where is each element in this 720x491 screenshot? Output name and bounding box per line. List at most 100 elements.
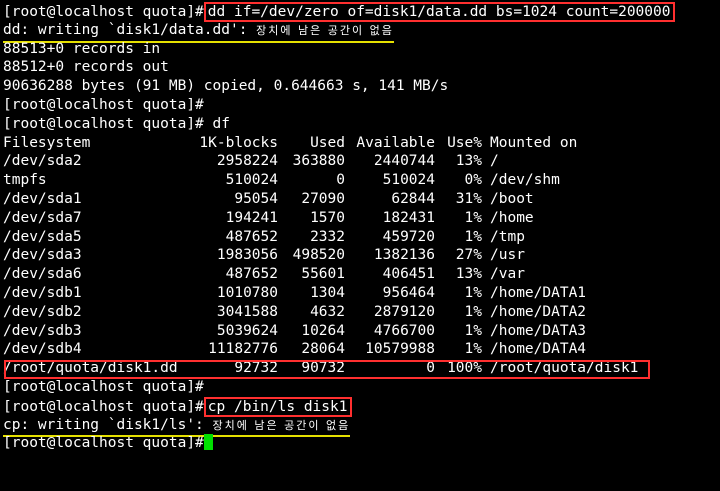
df-output: Filesystem 1K-blocks Used Available Use%…	[3, 134, 720, 379]
df-cell-use-percent: 1%	[464, 341, 482, 358]
df-header-filesystem: Filesystem	[3, 134, 91, 151]
df-cell-use-percent: 1%	[464, 209, 482, 226]
df-cell-mounted-on: /home/DATA1	[490, 284, 587, 301]
df-cell-available: 2440744	[373, 153, 435, 170]
df-cell-used: 4632	[310, 303, 345, 320]
df-header-row: Filesystem 1K-blocks Used Available Use%…	[3, 134, 638, 153]
df-cell-mounted-on: /home/DATA3	[490, 322, 587, 339]
df-header-mounted-on: Mounted on	[490, 134, 578, 151]
df-cell-mounted-on: /tmp	[490, 228, 525, 245]
df-header-blocks: 1K-blocks	[199, 134, 278, 151]
prompt-line-final[interactable]: [root@localhost quota]#	[3, 434, 720, 453]
df-header-use-percent: Use%	[447, 134, 482, 151]
prompt-line-df: [root@localhost quota]# df	[3, 115, 720, 134]
df-cell-used: 90732	[301, 360, 345, 377]
df-cell-filesystem: /dev/sda1	[3, 190, 82, 207]
df-row: /dev/sda7 194241 1570 182431 1% /home	[3, 209, 638, 228]
df-cell-blocks: 3041588	[216, 303, 278, 320]
df-cell-blocks: 510024	[225, 172, 278, 189]
df-command: df	[212, 115, 230, 132]
df-row: /dev/sda6 487652 55601 406451 13% /var	[3, 265, 638, 284]
df-cell-mounted-on: /boot	[490, 190, 534, 207]
df-cell-used: 498520	[292, 247, 345, 264]
df-cell-mounted-on: /root/quota/disk1	[490, 360, 639, 377]
cp-command-highlight: cp /bin/ls disk1	[203, 396, 353, 417]
df-cell-mounted-on: /	[490, 153, 499, 170]
df-cell-filesystem: /dev/sda6	[3, 266, 82, 283]
df-row: /root/quota/disk1.dd 92732 90732 0 100% /root…	[3, 359, 638, 378]
df-cell-used: 28064	[301, 341, 345, 358]
df-cell-mounted-on: /var	[490, 266, 525, 283]
df-cell-blocks: 487652	[225, 266, 278, 283]
df-row: /dev/sda5 487652 2332 459720 1% /tmp	[3, 228, 638, 247]
df-cell-available: 2879120	[373, 303, 435, 320]
df-cell-blocks: 11182776	[208, 341, 278, 358]
df-row: /dev/sdb4 11182776 28064 10579988 1% /home/DA…	[3, 340, 638, 359]
df-cell-use-percent: 1%	[464, 284, 482, 301]
df-row: /dev/sda1 95054 27090 62844 31% /boot	[3, 190, 638, 209]
df-cell-available: 459720	[382, 228, 435, 245]
prompt-line-cp: [root@localhost quota]# cp /bin/ls disk1	[3, 396, 720, 417]
df-cell-use-percent: 13%	[455, 153, 482, 170]
df-row: /dev/sdb1 1010780 1304 956464 1% /home/DATA1	[3, 284, 638, 303]
df-cell-filesystem: /dev/sda5	[3, 228, 82, 245]
prompt: [root@localhost quota]#	[3, 115, 204, 132]
df-cell-filesystem: /dev/sda7	[3, 209, 82, 226]
df-cell-use-percent: 27%	[455, 247, 482, 264]
df-cell-blocks: 95054	[234, 190, 278, 207]
df-row: /dev/sdb3 5039624 10264 4766700 1% /home/DATA…	[3, 322, 638, 341]
df-row: /dev/sda2 2958224 363880 2440744 13% /	[3, 152, 638, 171]
df-cell-blocks: 92732	[234, 360, 278, 377]
df-cell-filesystem: tmpfs	[3, 172, 47, 189]
df-cell-use-percent: 1%	[464, 303, 482, 320]
df-cell-use-percent: 31%	[455, 190, 482, 207]
df-cell-used: 55601	[301, 266, 345, 283]
df-cell-available: 4766700	[373, 322, 435, 339]
df-cell-use-percent: 100%	[447, 360, 482, 377]
df-row: tmpfs 510024 0 510024 0% /dev/shm	[3, 171, 638, 190]
df-cell-available: 10579988	[365, 341, 435, 358]
df-cell-filesystem: /dev/sdb4	[3, 341, 82, 358]
cp-error-message: 장치에 남은 공간이 없음	[212, 418, 351, 432]
copied-line: 90636288 bytes (91 MB) copied, 0.644663 …	[3, 78, 449, 95]
df-header-available: Available	[356, 134, 435, 151]
df-cell-available: 406451	[382, 266, 435, 283]
records-out-line: 88512+0 records out	[3, 59, 169, 76]
prompt-line-1: [root@localhost quota]# dd if=/dev/zero o…	[3, 2, 720, 22]
df-cell-filesystem: /dev/sda2	[3, 153, 82, 170]
df-cell-blocks: 194241	[225, 209, 278, 226]
prompt: [root@localhost quota]#	[3, 4, 204, 20]
terminal-window[interactable]: [root@localhost quota]# dd if=/dev/zero o…	[0, 0, 720, 491]
df-cell-available: 956464	[382, 284, 435, 301]
text-cursor[interactable]	[203, 434, 213, 451]
df-cell-used: 1304	[310, 284, 345, 301]
df-cell-used: 363880	[292, 153, 345, 170]
df-cell-available: 62844	[391, 190, 435, 207]
dd-error-message: 장치에 남은 공간이 없음	[256, 23, 394, 37]
df-cell-blocks: 5039624	[216, 322, 278, 339]
cp-command: cp /bin/ls disk1	[207, 398, 348, 415]
df-table: Filesystem 1K-blocks Used Available Use%…	[3, 134, 638, 378]
df-cell-used: 0	[336, 172, 345, 189]
df-cell-mounted-on: /home/DATA4	[490, 341, 587, 358]
df-cell-used: 27090	[301, 190, 345, 207]
df-cell-available: 510024	[382, 172, 435, 189]
df-row: /dev/sda3 1983056 498520 1382136 27% /usr	[3, 246, 638, 265]
df-cell-use-percent: 13%	[455, 266, 482, 283]
prompt: [root@localhost quota]#	[3, 435, 204, 452]
prompt: [root@localhost quota]#	[3, 378, 204, 395]
df-cell-filesystem: /dev/sdb2	[3, 303, 82, 320]
df-cell-blocks: 1983056	[216, 247, 278, 264]
df-rows: /dev/sda2 2958224 363880 2440744 13% / tmpfs 51…	[3, 152, 638, 378]
df-cell-used: 10264	[301, 322, 345, 339]
df-cell-blocks: 1010780	[216, 284, 278, 301]
cp-error-prefix: cp: writing `disk1/ls':	[3, 416, 213, 433]
prompt-line-2: [root@localhost quota]#	[3, 96, 720, 115]
dd-command-highlight: dd if=/dev/zero of=disk1/data.dd bs=1024…	[203, 2, 676, 22]
df-cell-mounted-on: /home	[490, 209, 534, 226]
df-cell-use-percent: 1%	[464, 228, 482, 245]
df-cell-filesystem: /dev/sdb1	[3, 284, 82, 301]
df-cell-available: 0	[426, 360, 435, 377]
dd-error-prefix: dd: writing `disk1/data.dd':	[3, 21, 257, 38]
df-cell-available: 182431	[382, 209, 435, 226]
